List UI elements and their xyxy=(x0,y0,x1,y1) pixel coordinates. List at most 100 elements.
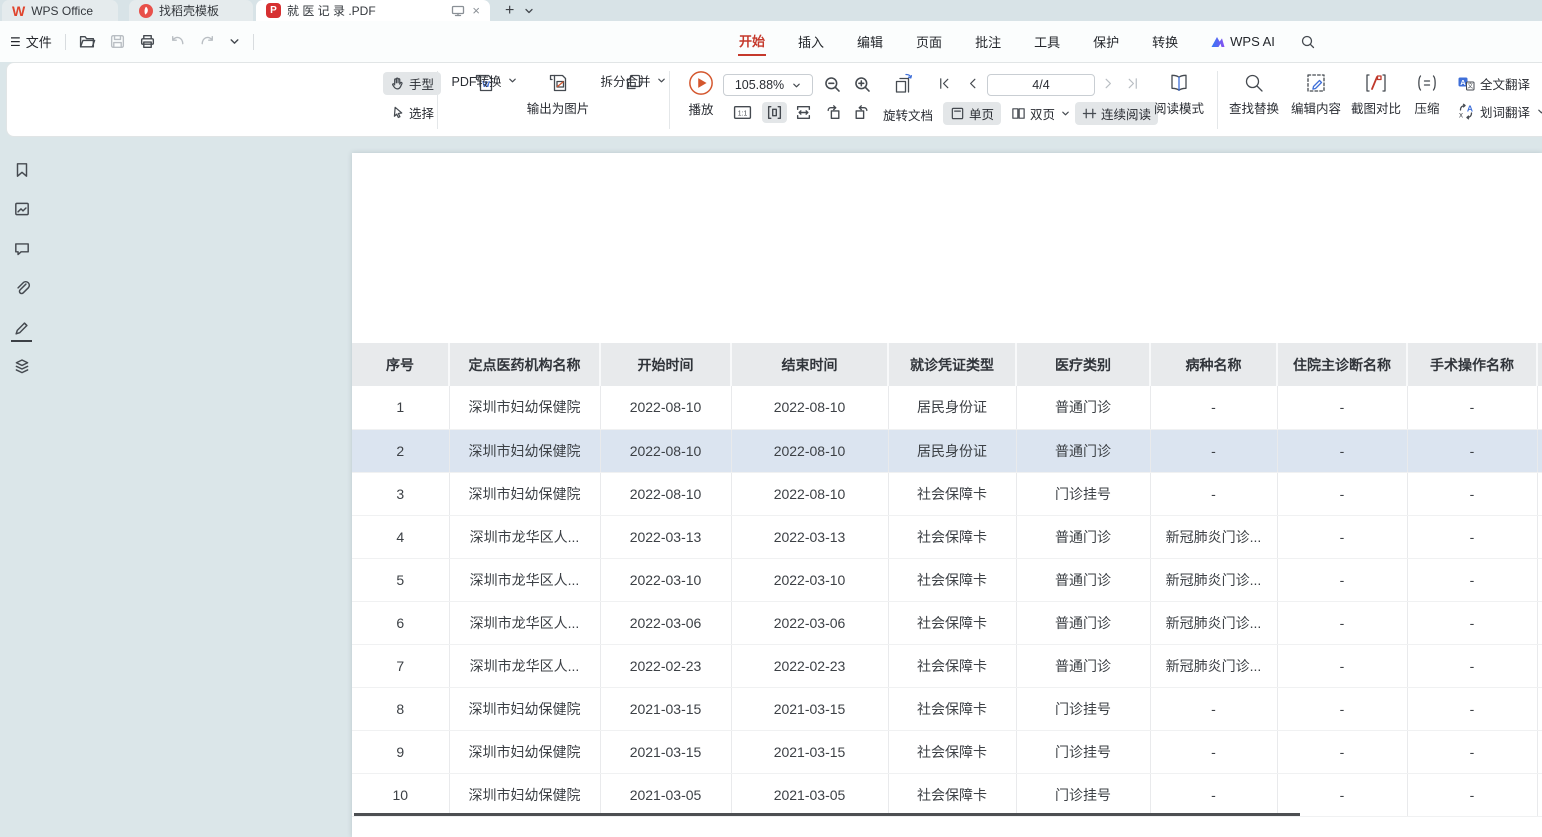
quickbar-chevron-icon[interactable] xyxy=(229,36,240,47)
continuous-read-icon xyxy=(1082,106,1097,121)
table-cell: 普通门诊 xyxy=(1016,558,1150,601)
file-menu-button[interactable]: ☰ 文件 xyxy=(10,32,52,51)
table-cell: 深圳市龙华区人... xyxy=(449,558,600,601)
rotate-doc-label[interactable]: 旋转文档 xyxy=(883,105,933,124)
table-cell: 深圳市龙华区人... xyxy=(449,601,600,644)
monitor-icon[interactable] xyxy=(450,3,466,19)
table-cell-cut xyxy=(1537,515,1542,558)
tab-document[interactable]: P 就 医 记 录 .PDF × xyxy=(256,0,490,21)
signature-pen-icon[interactable] xyxy=(13,319,31,337)
table-cell: 2021-03-15 xyxy=(731,687,888,730)
fit-page-icon xyxy=(795,104,812,121)
table-cell: 新冠肺炎门诊... xyxy=(1150,601,1277,644)
play-button[interactable]: 播放 xyxy=(678,70,724,118)
menu-tools[interactable]: 工具 xyxy=(1033,28,1061,55)
read-mode-label: 阅读模式 xyxy=(1154,98,1204,117)
table-cell: - xyxy=(1277,773,1407,816)
table-cell: 7 xyxy=(352,644,449,687)
table-cell: 2022-03-06 xyxy=(731,601,888,644)
attachment-icon[interactable] xyxy=(13,279,31,297)
word-translate-label: 划词翻译 xyxy=(1480,102,1530,121)
last-page-button[interactable] xyxy=(1125,76,1140,91)
fit-pages-button[interactable] xyxy=(891,71,917,97)
table-cell: - xyxy=(1407,644,1537,687)
zoom-level-select[interactable]: 105.88% xyxy=(723,74,813,96)
edit-content-button[interactable]: 编辑内容 xyxy=(1285,71,1347,117)
wps-ai-label: WPS AI xyxy=(1230,34,1275,49)
table-cell: - xyxy=(1277,687,1407,730)
layers-icon[interactable] xyxy=(13,358,31,376)
export-image-button[interactable]: 输出为图片 xyxy=(521,71,595,117)
comment-icon[interactable] xyxy=(13,240,31,258)
continuous-read-button[interactable]: 连续阅读 xyxy=(1075,102,1158,125)
redo-icon[interactable] xyxy=(199,33,216,50)
word-translate-button[interactable]: xA 划词翻译 xyxy=(1457,102,1542,121)
table-cell: 2022-03-13 xyxy=(731,515,888,558)
actual-size-button[interactable]: 1:1 xyxy=(733,104,752,121)
screenshot-compare-button[interactable]: 截图对比 xyxy=(1345,71,1407,117)
save-icon[interactable] xyxy=(109,33,126,50)
table-cell: 3 xyxy=(352,472,449,515)
zoom-out-button[interactable] xyxy=(823,75,842,94)
bookmark-icon[interactable] xyxy=(13,161,31,179)
compress-button[interactable]: 压缩 xyxy=(1405,71,1449,117)
select-tool-button[interactable]: 选择 xyxy=(383,101,441,124)
table-cell: 新冠肺炎门诊... xyxy=(1150,644,1277,687)
tab-docer-template[interactable]: 找稻壳模板 xyxy=(129,0,253,21)
first-page-button[interactable] xyxy=(937,76,952,91)
rotate-left-button[interactable] xyxy=(825,104,842,121)
table-cell: - xyxy=(1150,386,1277,429)
table-cell: - xyxy=(1150,730,1277,773)
screenshot-compare-label: 截图对比 xyxy=(1351,98,1401,117)
menu-home[interactable]: 开始 xyxy=(738,27,766,56)
rotate-right-button[interactable] xyxy=(853,104,870,121)
pdf-convert-button[interactable]: W PDF转换 xyxy=(447,71,521,95)
read-mode-button[interactable]: 阅读模式 xyxy=(1149,71,1209,117)
fit-width-button[interactable] xyxy=(762,102,787,123)
tab-list-chevron-icon[interactable] xyxy=(524,6,534,16)
full-translate-button[interactable]: A文 全文翻译 xyxy=(1457,74,1530,93)
menu-page[interactable]: 页面 xyxy=(915,28,943,55)
menu-wps-ai[interactable]: WPS AI xyxy=(1210,34,1275,49)
zoom-in-button[interactable] xyxy=(853,75,872,94)
menu-protect[interactable]: 保护 xyxy=(1092,28,1120,55)
export-image-icon xyxy=(546,71,570,95)
open-file-icon[interactable] xyxy=(79,33,96,50)
table-cell: - xyxy=(1407,558,1537,601)
single-page-button[interactable]: 单页 xyxy=(943,102,1001,125)
compress-label: 压缩 xyxy=(1414,98,1439,117)
menu-edit[interactable]: 编辑 xyxy=(856,28,884,55)
table-cell: 10 xyxy=(352,773,449,816)
fit-page-button[interactable] xyxy=(795,104,812,121)
menu-convert[interactable]: 转换 xyxy=(1151,28,1179,55)
close-tab-icon[interactable]: × xyxy=(472,3,480,18)
thumbnail-icon[interactable] xyxy=(13,200,31,218)
table-row: 7深圳市龙华区人...2022-02-232022-02-23社会保障卡普通门诊… xyxy=(352,644,1542,687)
print-icon[interactable] xyxy=(139,33,156,50)
table-cell: - xyxy=(1407,472,1537,515)
menu-search-icon[interactable] xyxy=(1300,34,1316,50)
table-cell-cut xyxy=(1537,773,1542,816)
page-indicator-field[interactable] xyxy=(987,74,1095,96)
page-indicator-input[interactable] xyxy=(988,78,1094,92)
table-cell: 居民身份证 xyxy=(888,429,1016,472)
full-translate-label: 全文翻译 xyxy=(1480,74,1530,93)
tab-wps-home[interactable]: W WPS Office xyxy=(2,0,118,21)
menubar: ☰ 文件 开始 插入 编辑 页面 批注 工具 保护 转换 WPS AI xyxy=(0,21,1542,62)
table-cell: 2022-03-06 xyxy=(600,601,731,644)
next-page-button[interactable] xyxy=(1101,76,1116,91)
table-row: 4深圳市龙华区人...2022-03-132022-03-13社会保障卡普通门诊… xyxy=(352,515,1542,558)
menu-insert[interactable]: 插入 xyxy=(797,28,825,55)
find-replace-button[interactable]: 查找替换 xyxy=(1223,71,1285,117)
table-cell: 9 xyxy=(352,730,449,773)
hand-tool-button[interactable]: 手型 xyxy=(383,72,441,95)
undo-icon[interactable] xyxy=(169,33,186,50)
menu-comment[interactable]: 批注 xyxy=(974,28,1002,55)
double-page-button[interactable]: 双页 xyxy=(1007,102,1074,125)
zoom-in-icon xyxy=(853,75,872,94)
table-cell: 2021-03-15 xyxy=(600,687,731,730)
split-merge-button[interactable]: 拆分合并 xyxy=(597,71,669,95)
new-tab-icon[interactable]: + xyxy=(505,3,514,19)
table-cell: - xyxy=(1277,558,1407,601)
prev-page-button[interactable] xyxy=(965,76,980,91)
